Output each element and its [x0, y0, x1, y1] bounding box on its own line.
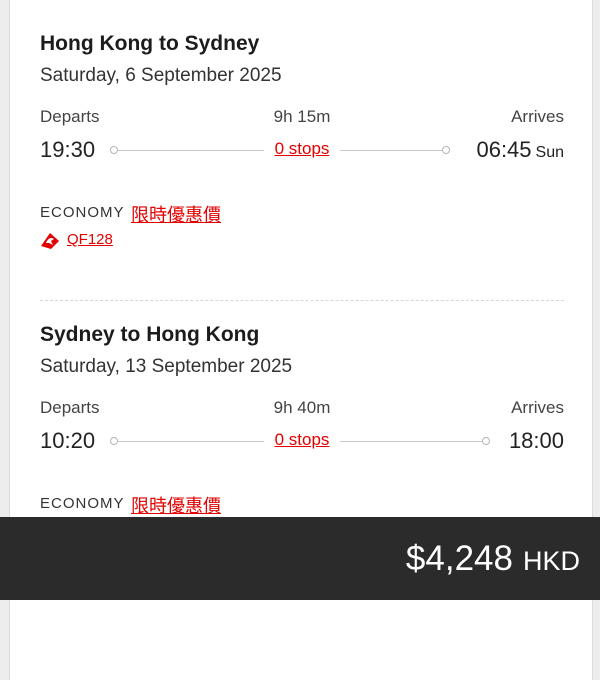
segment-title: Sydney to Hong Kong — [40, 323, 260, 346]
stops-link[interactable]: 0 stops — [275, 139, 330, 159]
arrives-label: Arrives — [511, 107, 564, 126]
arrive-day: Sun — [535, 144, 564, 161]
destination-dot — [442, 146, 450, 154]
departs-label: Departs — [40, 107, 100, 126]
arrive-time: 18:00 — [508, 428, 564, 453]
origin-dot — [110, 146, 118, 154]
segment-divider — [40, 300, 564, 301]
arrive-time-block: 06:45 Sun — [476, 137, 564, 163]
arrives-label: Arrives — [511, 398, 564, 417]
departs-label: Departs — [40, 398, 100, 417]
route-line — [118, 441, 264, 442]
route-line — [340, 441, 482, 442]
route-line — [340, 150, 442, 151]
flight-number-link[interactable]: QF128 — [67, 231, 113, 248]
qantas-kangaroo-icon — [41, 233, 59, 249]
segment-date: Saturday, 6 September 2025 — [40, 65, 282, 86]
segment-date: Saturday, 13 September 2025 — [40, 356, 293, 377]
arrive-time: 06:45 — [476, 137, 532, 162]
destination-dot — [482, 437, 490, 445]
cabin-class: ECONOMY — [40, 204, 125, 221]
fare-tag-link[interactable]: 限時優惠價 — [131, 201, 221, 227]
segment-title: Hong Kong to Sydney — [40, 32, 260, 55]
origin-dot — [110, 437, 118, 445]
total-price: $4,248 HKD — [406, 539, 580, 579]
depart-time: 10:20 — [40, 428, 96, 453]
duration: 9h 40m — [273, 398, 331, 417]
price-summary-bar[interactable]: $4,248 HKD — [0, 517, 600, 600]
depart-time: 19:30 — [40, 137, 96, 162]
fare-tag-link[interactable]: 限時優惠價 — [131, 492, 221, 518]
stops-link[interactable]: 0 stops — [275, 430, 330, 450]
cabin-class: ECONOMY — [40, 495, 125, 512]
route-line — [118, 150, 264, 151]
duration: 9h 15m — [273, 107, 331, 126]
price-amount: $4,248 — [405, 539, 513, 578]
price-currency: HKD — [522, 546, 580, 576]
